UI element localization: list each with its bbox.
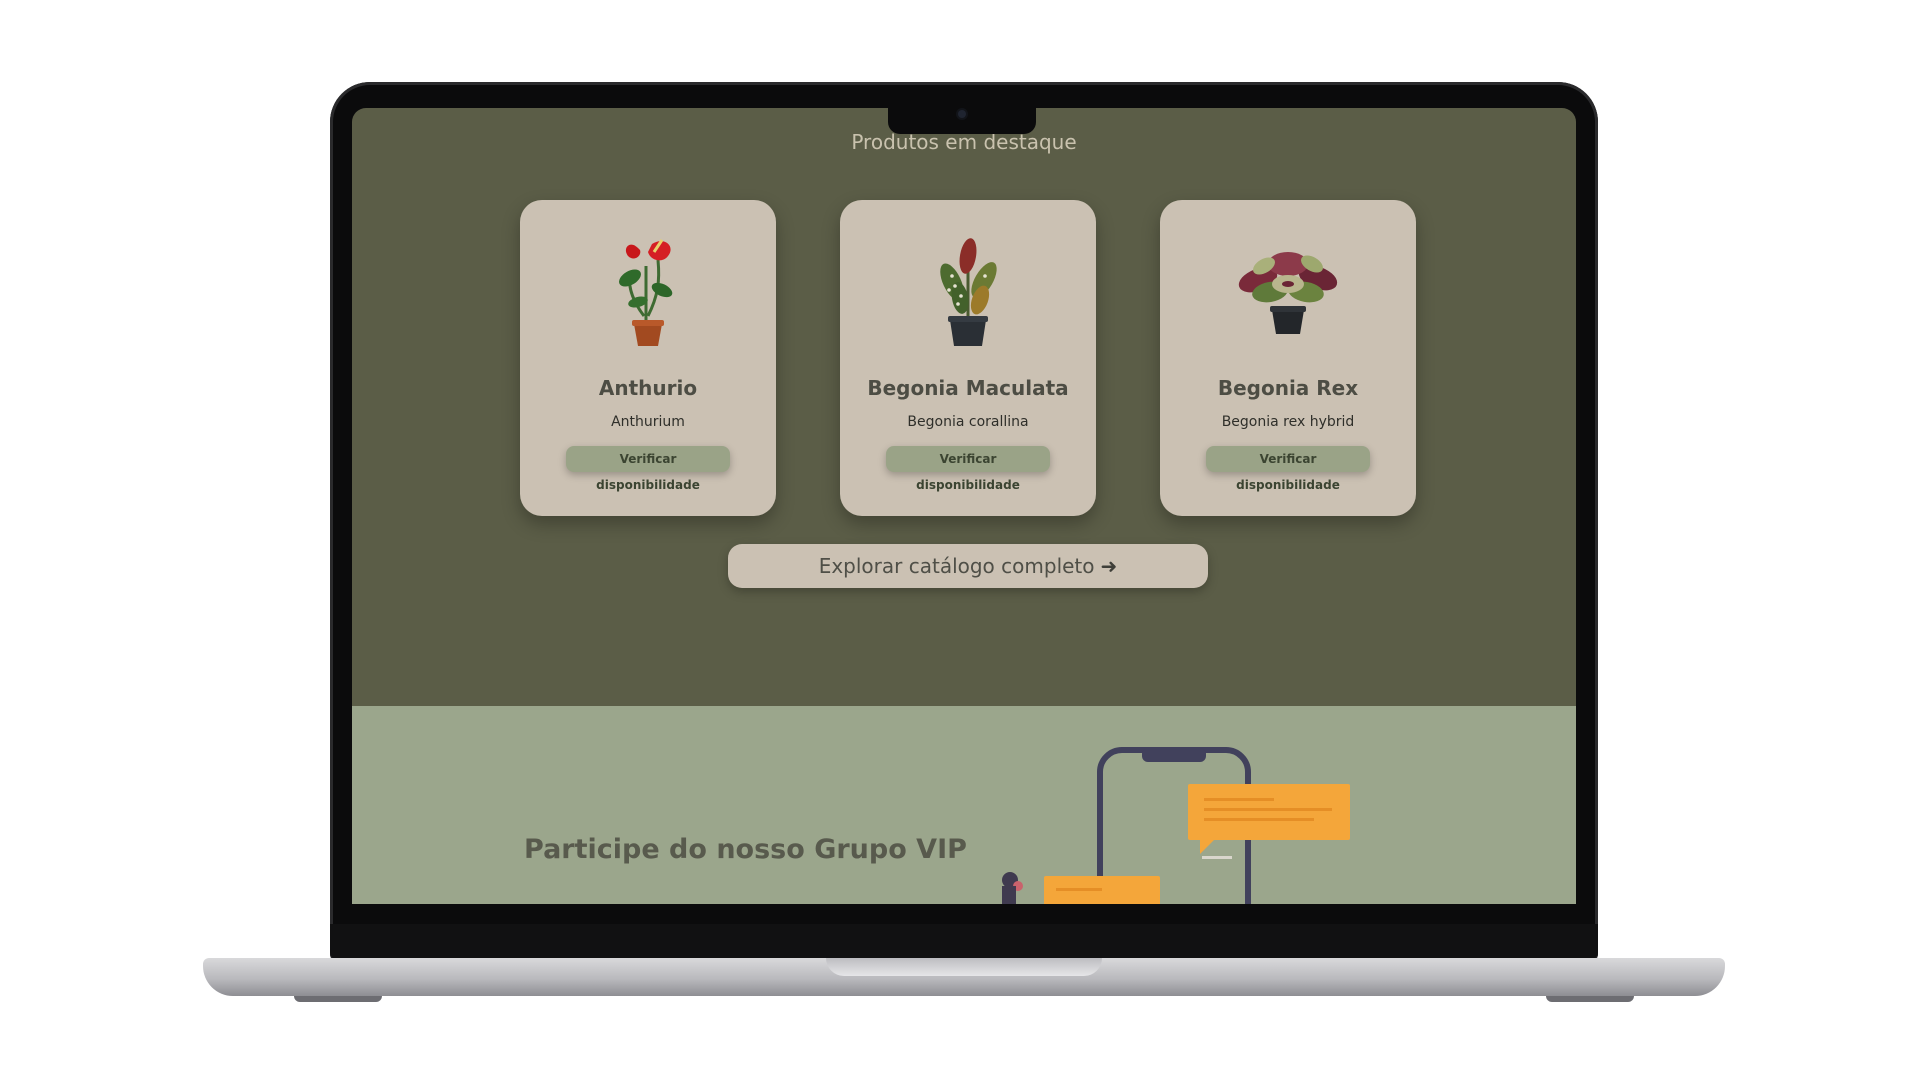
product-scientific-name: Begonia corallina	[907, 414, 1029, 430]
webcam-icon	[958, 110, 966, 118]
begonia-rex-plant-icon	[1238, 252, 1338, 334]
product-name: Anthurio	[598, 376, 698, 400]
laptop-bezel-chin	[330, 924, 1598, 960]
product-name: Begonia Maculata	[867, 376, 1069, 400]
begonia-maculata-plant-icon	[940, 238, 997, 346]
check-availability-button[interactable]: Verificar disponibilidade	[566, 446, 730, 492]
product-name: Begonia Rex	[1217, 376, 1359, 400]
explore-catalog-button[interactable]: Explorar catálogo completo ➜	[728, 544, 1208, 588]
product-card-begonia-rex[interactable]: Begonia Rex Begonia rex hybrid Verificar…	[1160, 200, 1416, 516]
product-cards: Anthurio Anthurium Verificar disponibili…	[520, 200, 1420, 516]
product-card-anthurio[interactable]: Anthurio Anthurium Verificar disponibili…	[520, 200, 776, 516]
check-availability-button[interactable]: Verificar disponibilidade	[886, 446, 1050, 492]
product-scientific-name: Begonia rex hybrid	[1221, 414, 1355, 430]
vip-group-section: Participe do nosso Grupo VIP	[352, 706, 1576, 904]
laptop-screen: Produtos em destaque Anthurio Anthurium …	[352, 108, 1576, 904]
mockup-stage: Produtos em destaque Anthurio Anthurium …	[0, 0, 1920, 1080]
anthurium-plant-icon	[619, 239, 673, 346]
camera-notch	[888, 102, 1036, 134]
laptop-base-notch	[826, 958, 1102, 976]
phone-chat-illustration-icon	[1002, 747, 1350, 904]
product-card-begonia-maculata[interactable]: Begonia Maculata Begonia corallina Verif…	[840, 200, 1096, 516]
vip-title: Participe do nosso Grupo VIP	[524, 834, 967, 865]
product-scientific-name: Anthurium	[611, 414, 685, 430]
laptop-foot-right	[1546, 996, 1634, 1002]
explore-catalog-label: Explorar catálogo completo	[818, 554, 1095, 578]
check-availability-button[interactable]: Verificar disponibilidade	[1206, 446, 1370, 492]
arrow-right-icon: ➜	[1100, 554, 1118, 578]
laptop-foot-left	[294, 996, 382, 1002]
